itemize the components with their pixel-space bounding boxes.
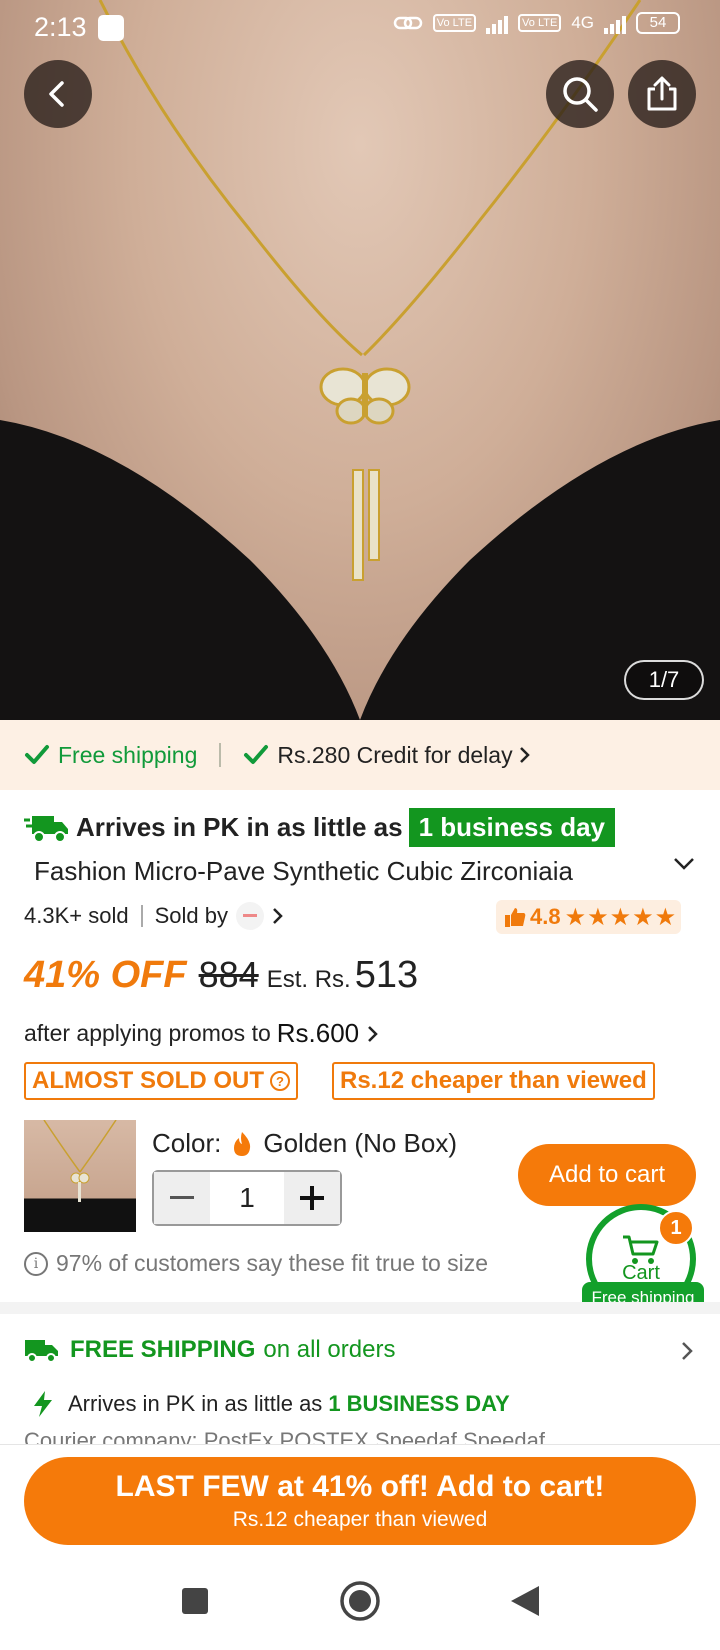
- product-title[interactable]: Fashion Micro-Pave Synthetic Cubic Zirco…: [34, 856, 614, 887]
- est-label: Est. Rs.: [266, 966, 351, 993]
- sold-info[interactable]: 4.3K+ sold Sold by: [24, 902, 284, 930]
- quantity-stepper[interactable]: 1: [152, 1170, 342, 1226]
- volte-icon: Vo LTE: [432, 14, 477, 32]
- quantity-value[interactable]: 1: [210, 1182, 284, 1214]
- arrival-row-bold: 1 BUSINESS DAY: [328, 1391, 510, 1416]
- truck-icon: [25, 1340, 58, 1363]
- triangle-back-icon: [511, 1586, 539, 1616]
- signal-icon-2: [604, 12, 626, 34]
- color-label: Color:: [152, 1128, 222, 1158]
- cheaper-badge: Rs.12 cheaper than viewed: [332, 1062, 655, 1100]
- sold-count: 4.3K+ sold: [24, 903, 129, 928]
- divider: [219, 743, 222, 767]
- plus-icon: [300, 1186, 324, 1210]
- arrival-row: Arrives in PK in as little as 1 BUSINESS…: [32, 1390, 510, 1418]
- status-indicators: Vo LTE Vo LTE 4G 54: [393, 12, 680, 34]
- flame-icon: [234, 1131, 251, 1156]
- increment-button[interactable]: [284, 1172, 340, 1224]
- chevron-left-icon: [49, 81, 64, 107]
- battery-icon: 54: [636, 12, 680, 34]
- add-to-cart-button[interactable]: Add to cart: [518, 1144, 696, 1206]
- chevron-right-icon: [368, 1025, 378, 1042]
- search-button[interactable]: [546, 60, 614, 128]
- share-icon: [647, 76, 677, 111]
- free-shipping-label: Free shipping: [58, 741, 198, 768]
- system-navigation-bar: [0, 1554, 720, 1650]
- square-icon: [182, 1588, 208, 1614]
- free-shipping-bold: FREE SHIPPING: [70, 1336, 256, 1363]
- check-icon: [25, 745, 49, 764]
- promo-text: after applying promos to: [24, 1020, 271, 1046]
- arrival-text: Arrives in PK in as little as: [76, 812, 403, 842]
- current-price: 513: [354, 954, 419, 996]
- info-icon: i: [24, 1251, 48, 1276]
- image-counter: 1/7: [624, 660, 704, 700]
- notification-icon: [98, 15, 124, 41]
- chevron-down-icon[interactable]: [672, 856, 696, 872]
- check-icon: [244, 745, 269, 764]
- volte-icon-2: Vo LTE: [518, 14, 562, 32]
- necklace-thumbnail-image: [43, 1120, 117, 1202]
- back-button[interactable]: [24, 60, 92, 128]
- recents-button[interactable]: [170, 1576, 220, 1626]
- last-few-cta-button[interactable]: LAST FEW at 41% off! Add to cart! Rs.12 …: [24, 1457, 696, 1545]
- star-rating-icon: ★★★★★: [564, 903, 678, 931]
- cheaper-label: Rs.12 cheaper than viewed: [340, 1067, 647, 1094]
- bottom-cta-bar: LAST FEW at 41% off! Add to cart! Rs.12 …: [0, 1444, 720, 1554]
- cta-line-2: Rs.12 cheaper than viewed: [232, 1508, 488, 1531]
- seller-logo[interactable]: [235, 902, 264, 930]
- color-value: Golden (No Box): [263, 1128, 458, 1158]
- free-shipping-row[interactable]: FREE SHIPPING on all orders: [24, 1336, 395, 1364]
- original-price: 884: [198, 954, 259, 995]
- courier-info: Courier company: PostEx POSTEX Speedaf S…: [24, 1428, 545, 1444]
- free-shipping-rest: on all orders: [263, 1336, 396, 1363]
- fit-note: i 97% of customers say these fit true to…: [24, 1250, 488, 1277]
- floating-cart[interactable]: Cart 1 Free shipping: [582, 1204, 720, 1314]
- arrival-row-text: Arrives in PK in as little as: [68, 1391, 323, 1416]
- question-icon: ?: [269, 1071, 290, 1091]
- discount-label: 41% OFF: [24, 954, 187, 996]
- promo-price: Rs.600: [276, 1018, 360, 1048]
- chevron-right-icon: [273, 908, 283, 924]
- business-day-badge: 1 business day: [408, 808, 615, 847]
- section-divider: [0, 1302, 720, 1314]
- back-nav-button[interactable]: [500, 1576, 550, 1626]
- necklace-photo: [0, 0, 720, 720]
- thumbs-up-icon: [505, 908, 526, 927]
- chevron-right-icon[interactable]: [680, 1340, 694, 1362]
- product-image-gallery[interactable]: 2:13 Vo LTE Vo LTE 4G 54 1/7: [0, 0, 720, 720]
- link-icon: [393, 16, 423, 30]
- variant-thumbnail[interactable]: [24, 1120, 136, 1232]
- arrival-banner: Arrives in PK in as little as 1 business…: [24, 808, 615, 847]
- divider: [140, 905, 143, 927]
- network-type: 4G: [571, 13, 594, 32]
- lightning-icon: [34, 1391, 52, 1417]
- search-icon: [563, 77, 598, 112]
- shipping-strip[interactable]: Free shipping Rs.280 Credit for delay: [0, 720, 720, 790]
- price-row: 41% OFF 884 Est. Rs. 513: [24, 954, 418, 997]
- status-time: 2:13: [34, 12, 87, 42]
- status-bar: 2:13 Vo LTE Vo LTE 4G 54: [0, 0, 720, 54]
- color-selector[interactable]: Color: Golden (No Box): [152, 1128, 457, 1159]
- signal-icon: [486, 12, 509, 34]
- home-circle-icon: [340, 1581, 380, 1621]
- share-button[interactable]: [628, 60, 696, 128]
- promo-info[interactable]: after applying promos to Rs.600: [24, 1018, 379, 1049]
- almost-sold-out-badge[interactable]: ALMOST SOLD OUT ?: [24, 1062, 298, 1100]
- chevron-right-icon: [519, 747, 530, 763]
- home-button[interactable]: [335, 1576, 385, 1626]
- cta-line-1: LAST FEW at 41% off! Add to cart!: [115, 1470, 605, 1503]
- rating-badge[interactable]: 4.8 ★★★★★: [496, 900, 682, 934]
- cart-count-badge: 1: [658, 1210, 694, 1246]
- fit-note-text: 97% of customers say these fit true to s…: [56, 1250, 489, 1276]
- decrement-button[interactable]: [154, 1172, 210, 1224]
- minus-icon: [170, 1196, 194, 1199]
- delay-credit-label: Rs.280 Credit for delay: [277, 741, 513, 768]
- almost-sold-out-label: ALMOST SOLD OUT: [32, 1067, 264, 1094]
- rating-value: 4.8: [530, 904, 561, 929]
- fast-truck-icon: [24, 815, 68, 843]
- sold-by-label: Sold by: [154, 903, 228, 928]
